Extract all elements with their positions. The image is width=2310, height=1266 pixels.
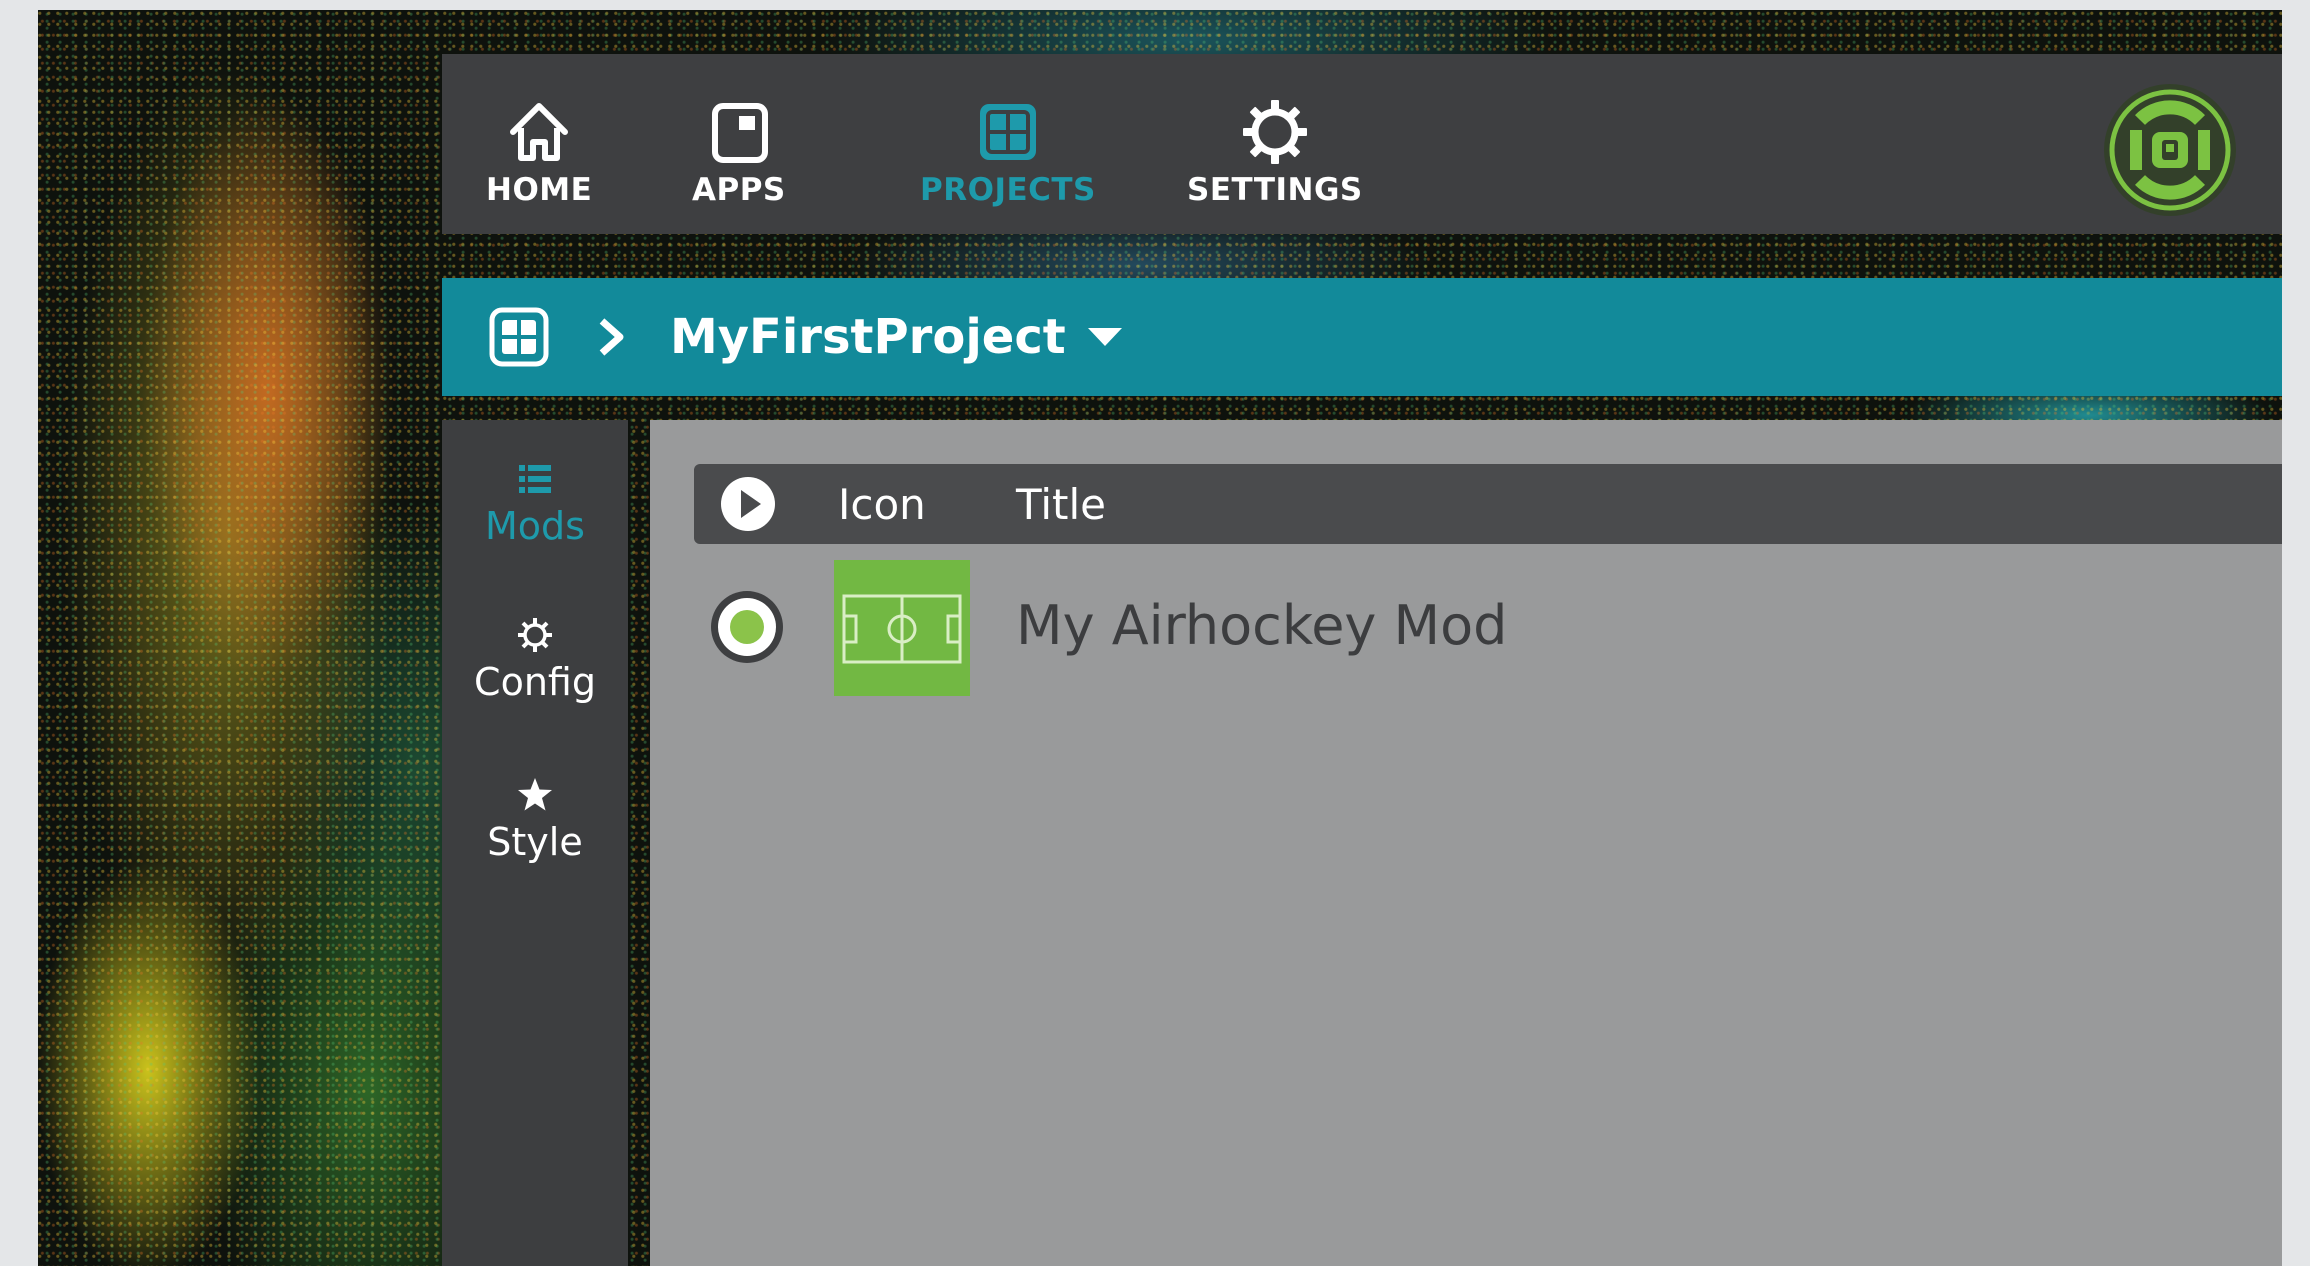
tab-mods[interactable]: Mods [442, 460, 628, 548]
nav-home[interactable]: HOME [486, 96, 592, 208]
gear-icon [518, 618, 552, 652]
radio-selected-icon[interactable] [708, 588, 786, 666]
mods-panel: Icon Title My Airhockey Mod [650, 420, 2282, 1266]
nav-home-label: HOME [486, 172, 593, 208]
table-row[interactable]: My Airhockey Mod [694, 560, 2282, 700]
nav-projects[interactable]: PROJECTS [920, 96, 1096, 208]
list-icon [519, 465, 551, 493]
app-window-icon [711, 103, 768, 163]
top-navigation-bar: HOME APPS PROJECTS SETTINGS [442, 54, 2282, 234]
play-icon[interactable] [718, 474, 778, 534]
gear-icon [1242, 100, 1307, 164]
nav-settings-label: SETTINGS [1187, 172, 1363, 208]
home-icon [510, 103, 569, 161]
caret-down-icon[interactable] [1086, 324, 1124, 350]
column-header-title[interactable]: Title [1016, 480, 1106, 529]
star-icon [518, 778, 552, 811]
grid-icon[interactable] [486, 304, 552, 370]
project-breadcrumb-bar: MyFirstProject [442, 278, 2282, 396]
mod-title: My Airhockey Mod [1016, 594, 1508, 657]
chevron-right-icon [599, 318, 624, 356]
tab-style-label: Style [487, 820, 583, 864]
nav-apps-label: APPS [692, 172, 786, 208]
nav-apps[interactable]: APPS [692, 96, 786, 208]
nav-projects-label: PROJECTS [920, 172, 1096, 208]
mods-table-header: Icon Title [694, 464, 2282, 544]
mod-thumbnail [834, 560, 970, 696]
project-name[interactable]: MyFirstProject [670, 309, 1066, 365]
tab-config[interactable]: Config [442, 616, 628, 704]
grid-icon [979, 104, 1036, 160]
app-window: HOME APPS PROJECTS SETTINGS MyFirstProje… [38, 10, 2282, 1266]
tab-mods-label: Mods [485, 504, 585, 548]
playing-field-icon [842, 594, 962, 664]
nav-settings[interactable]: SETTINGS [1187, 96, 1363, 208]
column-header-icon[interactable]: Icon [838, 480, 926, 529]
tab-config-label: Config [474, 660, 596, 704]
tab-style[interactable]: Style [442, 776, 628, 864]
side-tab-bar: Mods Config Style [442, 420, 628, 1266]
brand-logo-icon [2104, 84, 2236, 216]
